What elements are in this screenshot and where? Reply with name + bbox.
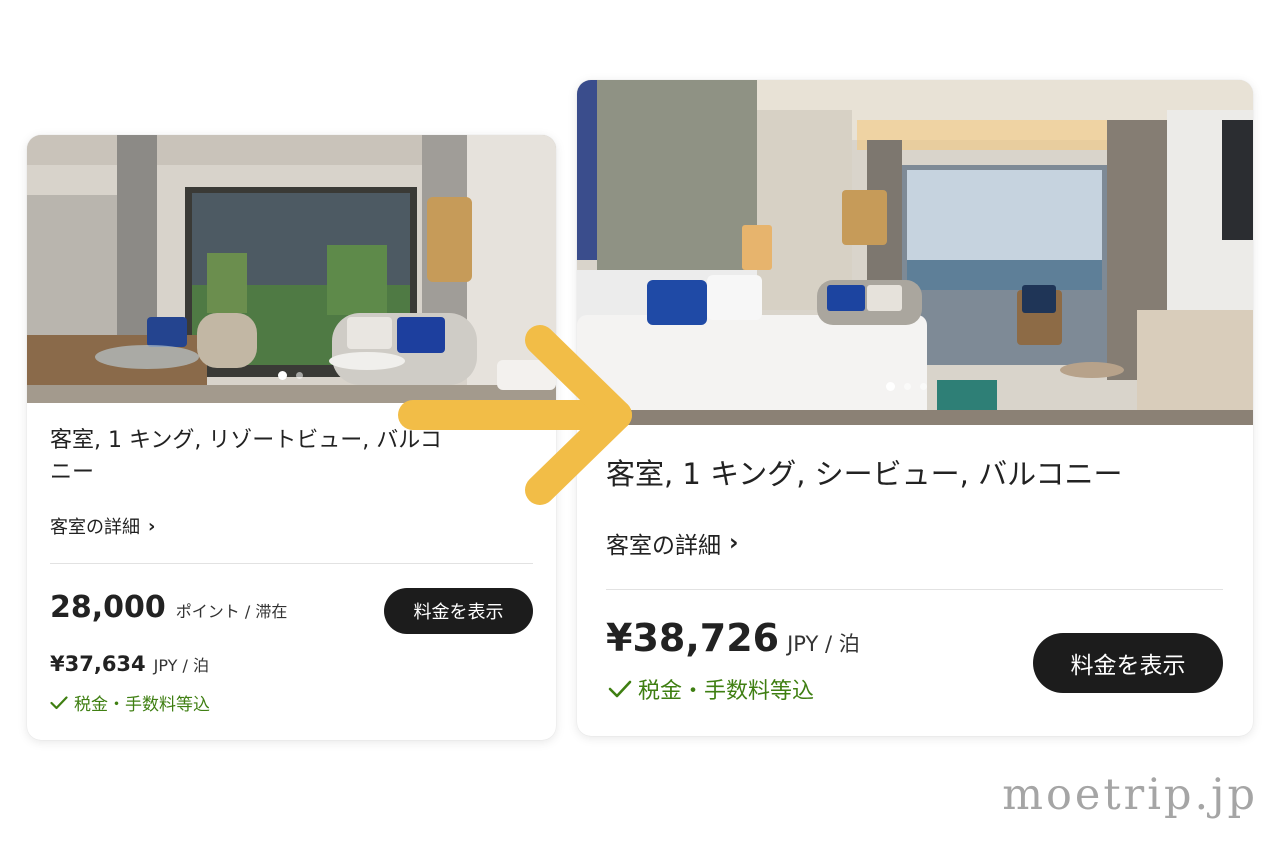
view-rates-button[interactable]: 料金を表示 (1033, 633, 1223, 693)
view-rates-button[interactable]: 料金を表示 (384, 588, 533, 634)
chevron-right-icon: › (148, 515, 156, 537)
room-title: 客室, 1 キング, リゾートビュー, バルコニー (50, 428, 442, 485)
carousel-dots[interactable] (278, 371, 303, 380)
divider (606, 589, 1223, 590)
tax-included-label: 税金・手数料等込 (638, 679, 815, 704)
divider (50, 563, 533, 564)
nightly-price: ¥38,726 JPY / 泊 (606, 616, 860, 660)
checkmark-icon (50, 695, 68, 709)
nightly-price: ¥37,634 JPY / 泊 (50, 652, 209, 676)
price-amount: ¥38,726 (606, 616, 780, 660)
room-photo-image (577, 80, 1253, 425)
room-card-sea-view[interactable]: 客室, 1 キング, シービュー, バルコニー 客室の詳細 › ¥38,726 … (577, 80, 1253, 736)
room-details-link[interactable]: 客室の詳細 › (50, 513, 155, 539)
tax-included-label: 税金・手数料等込 (74, 695, 210, 715)
price-unit: JPY / 泊 (787, 632, 860, 656)
checkmark-icon (608, 680, 632, 698)
chevron-right-icon: › (729, 530, 739, 556)
carousel-dot[interactable] (296, 372, 303, 379)
carousel-dot-active[interactable] (886, 382, 895, 391)
tax-included-note: 税金・手数料等込 (50, 690, 210, 715)
room-details-link[interactable]: 客室の詳細 › (606, 526, 738, 560)
carousel-dot-active[interactable] (278, 371, 287, 380)
site-watermark: moetrip.jp (1002, 770, 1258, 820)
carousel-dots[interactable] (886, 382, 927, 391)
tax-included-note: 税金・手数料等込 (608, 673, 814, 705)
points-unit: ポイント / 滞在 (175, 602, 288, 621)
carousel-dot[interactable] (904, 383, 911, 390)
arrow-right-icon (398, 325, 632, 505)
points-amount: 28,000 (50, 590, 166, 625)
room-details-label: 客室の詳細 (50, 517, 140, 538)
price-amount: ¥37,634 (50, 652, 146, 676)
price-unit: JPY / 泊 (153, 656, 210, 675)
room-photo[interactable] (577, 80, 1253, 425)
room-details-label: 客室の詳細 (606, 533, 721, 559)
points-price: 28,000 ポイント / 滞在 (50, 590, 287, 625)
carousel-dot[interactable] (920, 383, 927, 390)
room-title: 客室, 1 キング, シービュー, バルコニー (606, 457, 1123, 491)
